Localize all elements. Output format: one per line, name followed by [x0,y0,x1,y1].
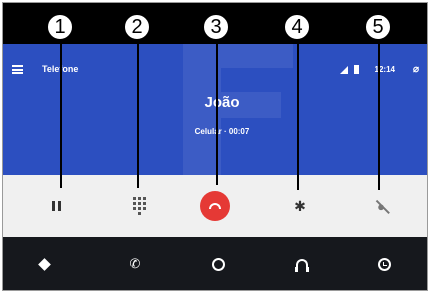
end-call-button[interactable] [193,188,237,224]
callout-4: 4 [284,14,310,40]
nav-recents[interactable] [366,249,402,279]
callout-1: 1 [47,14,73,40]
head-unit-display: Telefone 12:14 ⌀ João Celular · 00:07 ✱ … [2,2,428,291]
callout-leader [378,35,380,190]
nav-phone[interactable]: ✆ [117,249,153,279]
nav-home[interactable] [200,249,236,279]
bluetooth-button[interactable]: ✱ [278,188,322,224]
dialpad-icon [132,197,146,215]
callout-leader [137,35,139,188]
phone-icon: ✆ [129,256,141,271]
pause-icon [51,201,61,211]
mute-button[interactable]: ● [359,188,403,224]
callout-leader [60,35,62,188]
callout-leader [216,35,218,185]
bluetooth-icon: ✱ [294,197,306,214]
recents-icon [377,257,391,271]
signal-icon [339,65,348,74]
end-call-icon [200,191,230,221]
pause-button[interactable] [34,188,78,224]
nav-audio[interactable] [284,249,320,279]
home-icon [211,257,225,271]
battery-icon [353,65,359,74]
menu-icon[interactable] [12,65,23,74]
dialpad-button[interactable] [117,188,161,224]
callout-3: 3 [203,14,229,40]
mic-off-icon: ⌀ [412,64,419,75]
callout-5: 5 [365,14,391,40]
callout-2: 2 [124,14,150,40]
android-auto-nav-bar: ✆ [3,237,427,290]
callout-leader [297,35,299,190]
headphones-icon [295,258,309,272]
directions-icon [37,257,51,271]
nav-maps[interactable] [26,249,62,279]
mic-off-icon: ● [377,198,385,214]
